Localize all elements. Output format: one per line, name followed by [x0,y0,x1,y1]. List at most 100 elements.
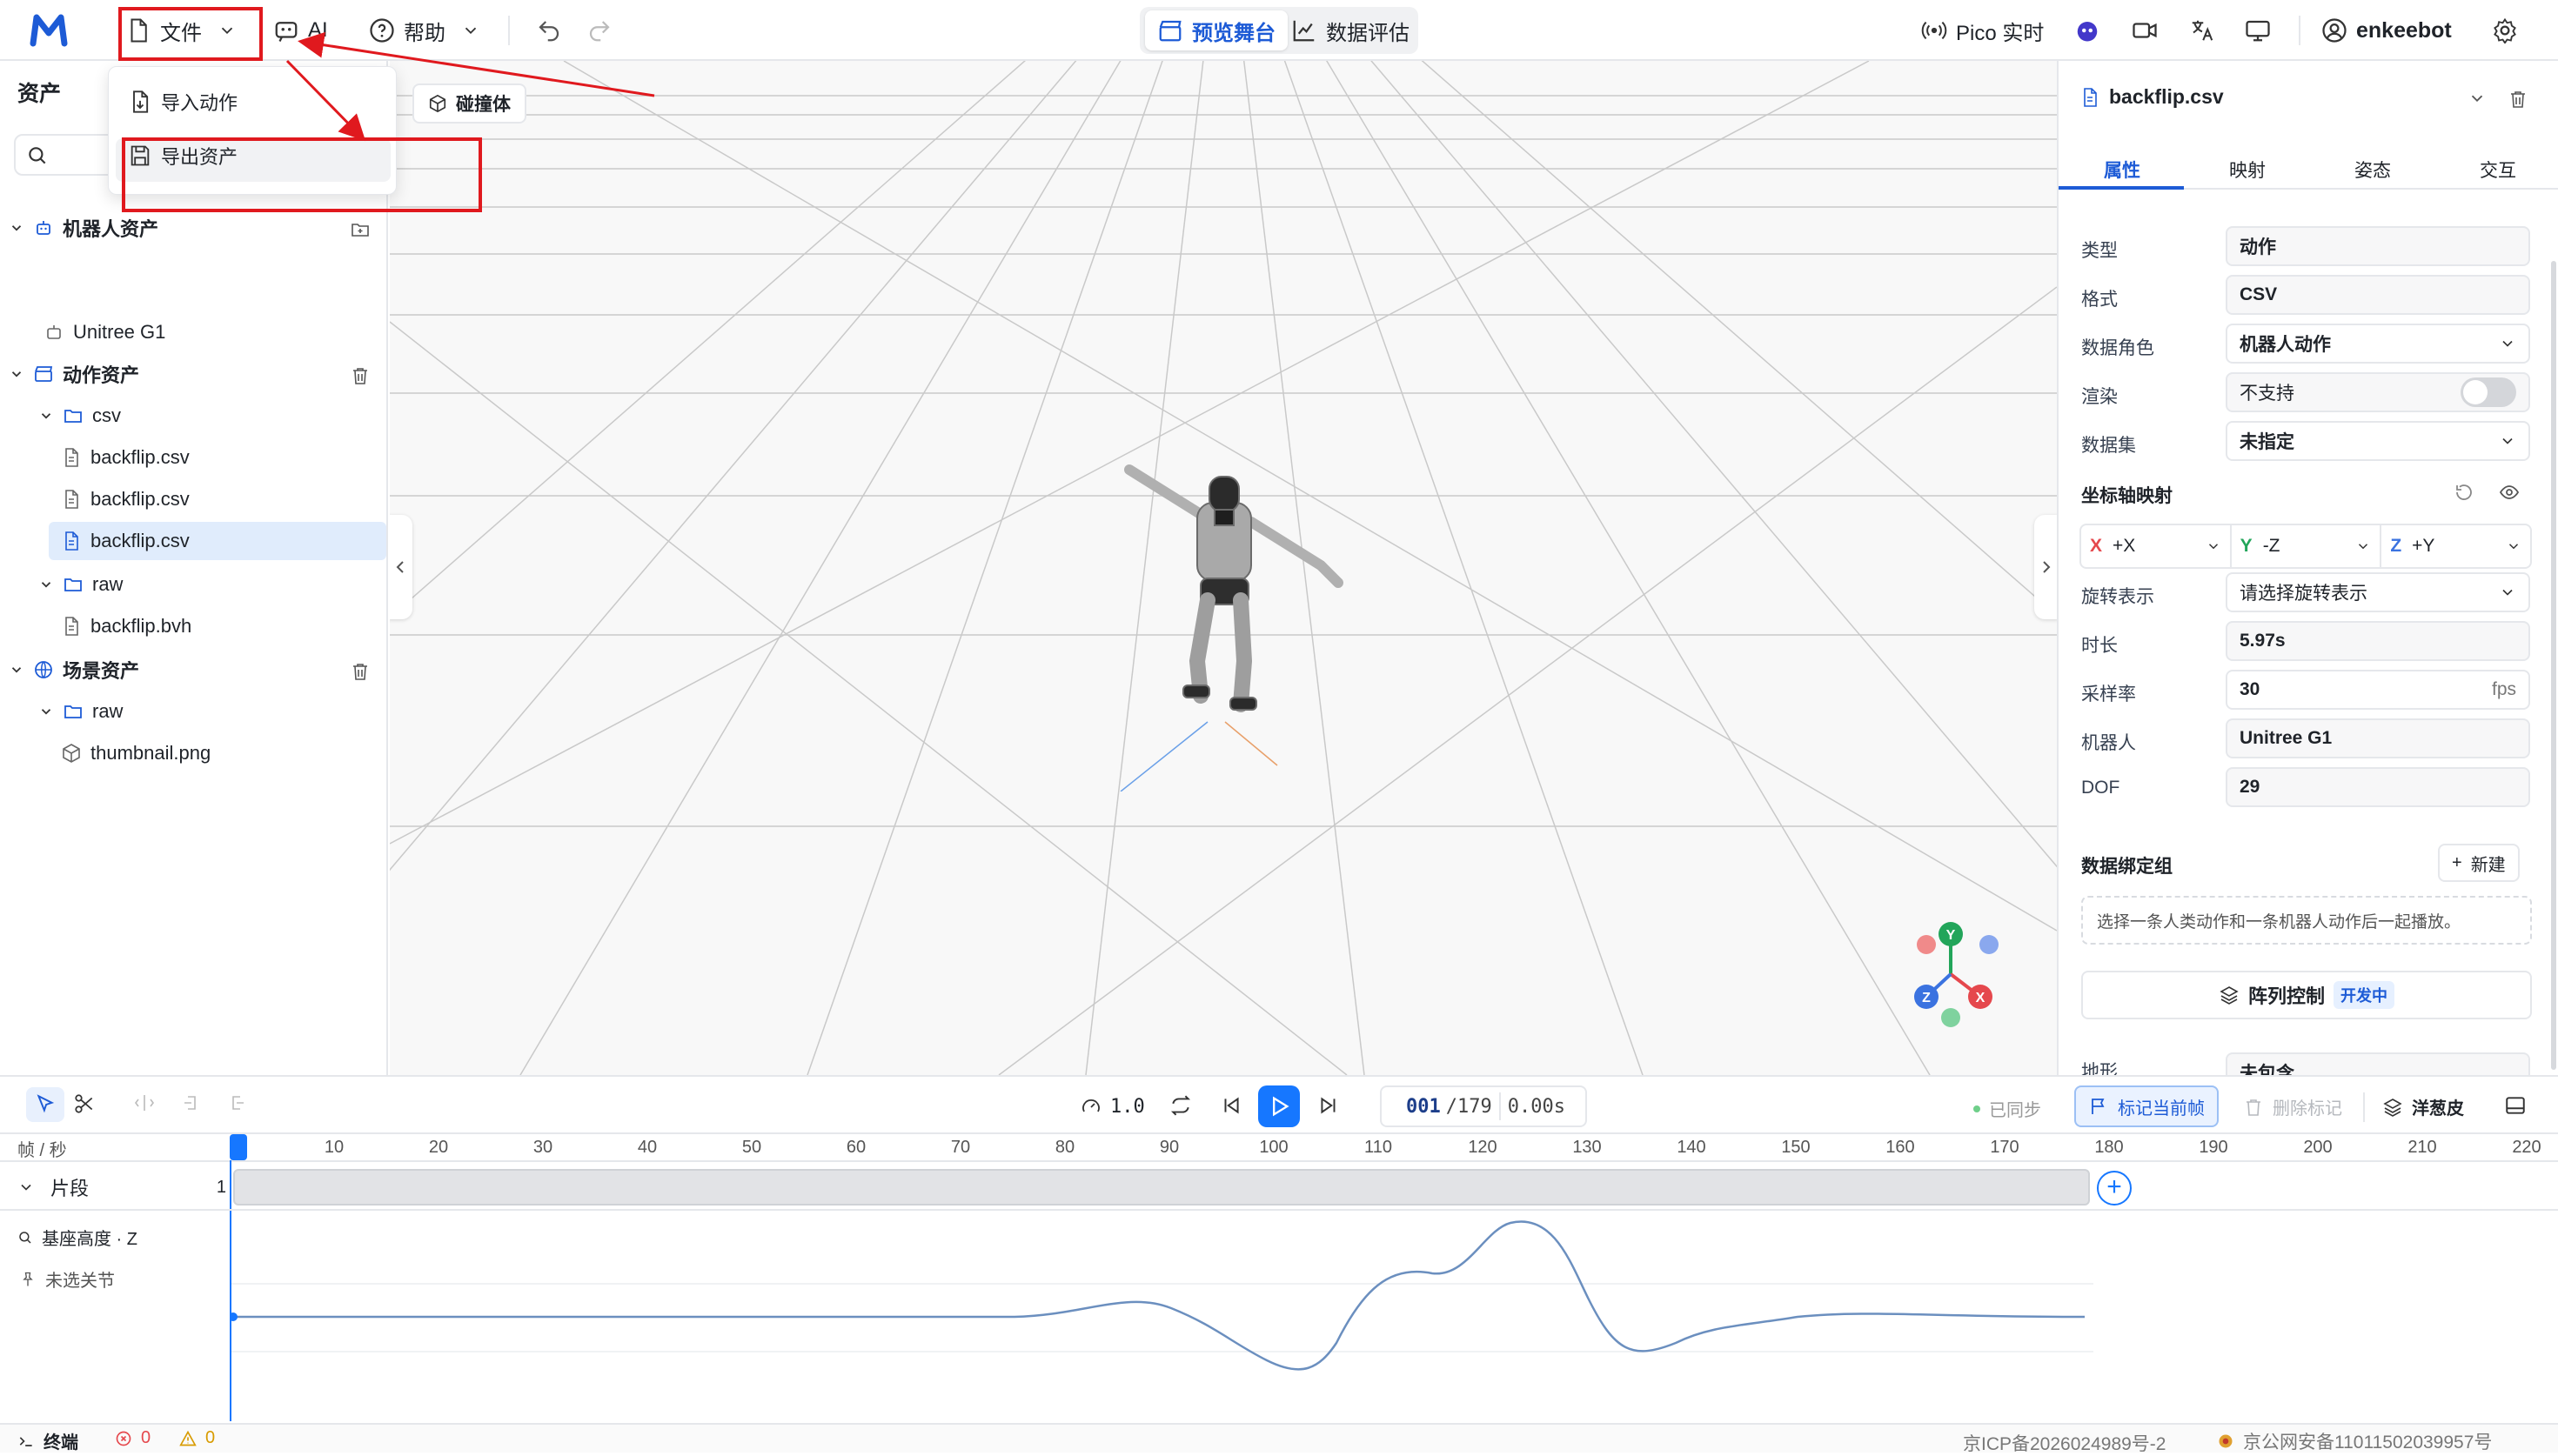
translate-button[interactable] [2189,12,2215,49]
warning-icon [179,1430,197,1446]
curve-channel[interactable]: 基座高度 · Z [17,1225,137,1250]
axis-gizmo[interactable]: Y X Z [1878,913,2017,1035]
timeline-settings-button[interactable] [2504,1094,2527,1117]
broadcast-icon [1921,21,1947,40]
axis-x-select[interactable]: X +X [2081,525,2232,567]
rate-input[interactable]: 30 fps [2226,670,2530,710]
trash-icon [2247,1099,2260,1116]
delete-file-button[interactable] [2508,89,2528,110]
settings-button[interactable] [2492,12,2518,49]
tree-file-csv-selected[interactable]: backflip.csv [49,522,386,560]
warning-count[interactable]: 0 [179,1428,215,1448]
panel-header-dropdown[interactable] [2468,89,2487,108]
plus-icon: + [2452,852,2462,872]
user-menu[interactable]: enkeebot [2321,12,2452,49]
render-toggle[interactable] [2461,377,2516,407]
loop-button[interactable] [1169,1094,1192,1117]
clapperboard-icon [35,366,53,382]
axis-y-select[interactable]: Y -Z [2232,525,2382,567]
collapse-left-handle[interactable] [390,515,412,619]
step-forward-button[interactable] [1317,1094,1340,1117]
rotation-select[interactable]: 请选择旋转表示 [2226,572,2530,612]
array-control-button[interactable]: 阵列控制 开发中 [2081,971,2532,1019]
dataset-label: 数据集 [2081,436,2136,456]
rate-label: 采样率 [2081,685,2136,705]
tree-folder-csv[interactable]: csv [38,397,383,435]
axis-x-value: +X [2113,536,2136,556]
joint-selector[interactable]: 未选关节 [19,1266,115,1292]
play-button[interactable] [1258,1085,1300,1127]
tree-scene-assets[interactable]: 场景资产 [9,651,383,689]
terminal-button[interactable]: 终端 [17,1428,78,1453]
chevron-down-icon [11,667,22,673]
ruler-tick-label: 80 [1055,1138,1075,1157]
chevron-right-icon [2043,561,2051,573]
trim-button[interactable] [134,1092,155,1113]
dataset-select[interactable]: 未指定 [2226,421,2530,461]
axis-mapping-visibility[interactable] [2499,482,2520,503]
cut-tool-button[interactable] [73,1092,96,1115]
3d-viewport[interactable]: 碰撞体 Y X Z [390,61,2057,1075]
trim-end-button[interactable] [226,1092,247,1113]
track-divider [0,1209,2558,1211]
tree-motion-assets[interactable]: 动作资产 [9,355,383,393]
tree-robot-assets[interactable]: 机器人资产 [9,209,383,247]
tree-file-png[interactable]: thumbnail.png [61,734,383,772]
pico-live-button[interactable]: Pico 实时 [1921,12,2044,49]
mark-frame-button[interactable]: 标记当前帧 [2074,1085,2219,1127]
delete-scene-assets-button[interactable] [350,661,371,682]
axis-z-select[interactable]: Z +Y [2381,525,2530,567]
delete-mark-button[interactable]: 删除标记 [2243,1094,2342,1119]
police-record-link[interactable]: 京公网安备11011502039957号 [2217,1428,2492,1454]
panel-file-header: backflip.csv [2079,85,2224,109]
current-time: 0.00s [1507,1095,1565,1118]
panel-scrollbar[interactable] [2551,261,2556,1070]
tab-mapping[interactable]: 映射 [2229,157,2266,183]
base-height-curve [231,1220,2093,1371]
tab-interaction[interactable]: 交互 [2480,157,2516,183]
current-frame[interactable]: 001 [1382,1096,1441,1118]
tree-file-csv-2[interactable]: backflip.csv [61,480,383,518]
speed-control[interactable]: 1.0 [1081,1089,1145,1124]
folder-icon [64,410,82,423]
delete-motion-assets-button[interactable] [350,365,371,386]
add-segment-button[interactable]: + [2097,1171,2132,1206]
playhead-handle[interactable] [230,1134,247,1160]
tree-file-bvh[interactable]: backflip.bvh [61,607,383,645]
error-count[interactable]: 0 [115,1428,151,1448]
monitor-button[interactable] [2245,12,2271,49]
onion-skin-button[interactable]: 洋葱皮 [2382,1094,2464,1119]
gizmo-neg-z[interactable] [1979,935,1999,954]
ruler-tick-label: 110 [1364,1138,1392,1157]
new-binding-button[interactable]: + 新建 [2438,844,2520,882]
binding-hint: 选择一条人类动作和一条机器人动作后一起播放。 [2097,912,2461,932]
select-tool-button[interactable] [26,1087,64,1122]
trash-icon [353,368,367,384]
status-bar: 终端 0 0 京ICP备2026024989号-2 京公网安备110115020… [0,1423,2558,1454]
tree-folder-scene-raw[interactable]: raw [38,692,383,731]
tree-file-csv-1[interactable]: backflip.csv [61,438,383,477]
step-back-button[interactable] [1220,1094,1242,1117]
axis-mapping-reset[interactable] [2454,482,2474,503]
role-select[interactable]: 机器人动作 [2226,324,2530,364]
scene-assets-label: 场景资产 [63,660,140,682]
tab-preview-stage[interactable]: 预览舞台 [1145,10,1288,50]
tab-pose[interactable]: 姿态 [2354,157,2391,183]
duration-field: 5.97s [2226,621,2530,661]
tree-folder-raw[interactable]: raw [38,565,383,604]
collapse-right-handle[interactable] [2034,515,2057,619]
tab-attributes[interactable]: 属性 [2104,157,2140,183]
gizmo-neg-y[interactable] [1941,1008,1960,1027]
tree-item-unitree-g1[interactable]: Unitree G1 [44,313,383,351]
bot-button[interactable] [2074,12,2100,49]
error-icon [116,1431,131,1446]
camera-button[interactable] [2132,12,2158,49]
trim-start-button[interactable] [181,1092,202,1113]
segment-clip[interactable] [233,1169,2090,1206]
gizmo-neg-x[interactable] [1917,935,1936,954]
tab-data-eval[interactable]: 数据评估 [1291,10,1410,50]
chevron-down-icon [2502,589,2513,596]
add-robot-button[interactable] [350,219,371,240]
axis-z-tag: Z [2390,536,2402,556]
segment-track-header[interactable]: 片段 1 [17,1167,226,1207]
